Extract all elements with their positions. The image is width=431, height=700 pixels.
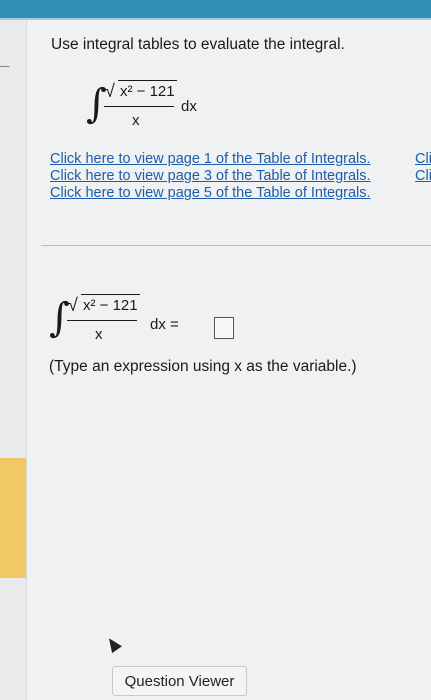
table-links: Click here to view page 1 of the Table o… — [50, 151, 431, 202]
answer-denominator: x — [95, 326, 103, 343]
answer-radical-sign: √ — [68, 295, 78, 315]
question-integral: ∫ √ x² − 121 x dx — [86, 78, 216, 158]
left-accent-strip — [0, 458, 26, 578]
question-panel: Use integral tables to evaluate the inte… — [26, 20, 431, 700]
integral-radicand: x² − 121 — [118, 80, 177, 100]
integral-denominator: x — [132, 112, 140, 129]
answer-fraction-bar — [67, 320, 137, 321]
fraction-bar — [104, 106, 174, 107]
back-arrow-icon[interactable]: ← — [0, 50, 14, 76]
integral-sign: ∫ — [86, 81, 107, 127]
table-link-overflow-2[interactable]: Cli — [415, 168, 431, 184]
table-link-page-5[interactable]: Click here to view page 5 of the Table o… — [50, 185, 431, 202]
radical-sign: √ — [105, 81, 115, 101]
answer-equals: dx = — [150, 316, 179, 333]
integral-differential: dx — [181, 98, 197, 115]
answer-integral-sign: ∫ — [49, 295, 70, 341]
table-link-overflow-1[interactable]: Cli — [415, 151, 431, 167]
table-link-page-3[interactable]: Click here to view page 3 of the Table o… — [50, 168, 431, 185]
question-instruction: Use integral tables to evaluate the inte… — [51, 36, 345, 53]
table-link-page-1[interactable]: Click here to view page 1 of the Table o… — [50, 151, 431, 168]
answer-input[interactable] — [214, 317, 234, 339]
section-divider — [41, 245, 431, 246]
answer-hint: (Type an expression using x as the varia… — [49, 358, 357, 375]
answer-radicand: x² − 121 — [81, 294, 140, 314]
top-bar — [0, 0, 431, 18]
question-viewer-button[interactable]: Question Viewer — [112, 666, 247, 696]
mouse-pointer-icon — [104, 634, 122, 654]
